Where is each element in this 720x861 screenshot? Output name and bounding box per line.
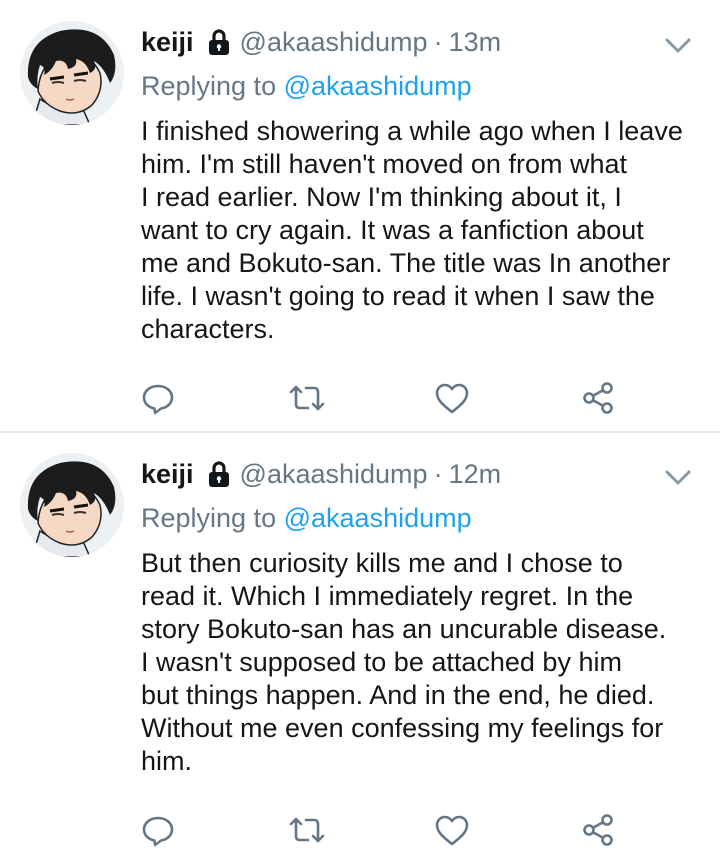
reply-button[interactable] <box>138 808 178 852</box>
tweet-text-line: But then curiosity kills me and I chose … <box>141 548 623 578</box>
retweet-button[interactable] <box>287 808 327 852</box>
avatar[interactable] <box>20 453 124 557</box>
tweet-text-line: life. I wasn't going to read it when I s… <box>141 281 655 311</box>
retweet-icon <box>289 385 325 411</box>
share-icon <box>583 382 613 414</box>
avatar-image <box>20 453 124 557</box>
replying-to: Replying to @akaashidump <box>141 503 472 534</box>
timestamp[interactable]: 13m <box>449 27 502 58</box>
user-handle[interactable]: @akaashidump <box>240 459 428 490</box>
tweet-text: But then curiosity kills me and I chose … <box>141 547 701 778</box>
tweet-text-line: but things happen. And in the end, he di… <box>141 680 655 710</box>
tweet-text-line: him. <box>141 746 193 776</box>
display-name[interactable]: keiji <box>141 459 194 490</box>
tweet-actions <box>0 376 720 420</box>
tweet-text-line: I finished showering a while ago when I … <box>141 116 683 146</box>
avatar[interactable] <box>20 21 124 125</box>
tweet-text-line: him. I'm still haven't moved on from wha… <box>141 149 627 179</box>
tweet-text-line: I wasn't supposed to be attached by him <box>141 647 622 677</box>
tweet-text-line: read it. Which I immediately regret. In … <box>141 581 634 611</box>
separator-dot: · <box>433 26 443 57</box>
tweet[interactable]: keiji @akaashidump · 12m Replying to @ak… <box>0 432 720 861</box>
like-icon <box>435 815 469 846</box>
tweet-text: I finished showering a while ago when I … <box>141 115 701 346</box>
timestamp[interactable]: 12m <box>449 459 502 490</box>
replying-prefix: Replying to <box>141 71 277 101</box>
tweet-text-line: characters. <box>141 314 275 344</box>
replying-to: Replying to @akaashidump <box>141 71 472 102</box>
replying-prefix: Replying to <box>141 503 277 533</box>
tweet-header: keiji @akaashidump · 12m <box>141 454 501 494</box>
retweet-icon <box>289 817 325 843</box>
reply-icon <box>142 816 174 847</box>
like-button[interactable] <box>432 808 472 852</box>
tweet-actions <box>0 808 720 852</box>
like-icon <box>435 383 469 414</box>
display-name[interactable]: keiji <box>141 27 194 58</box>
user-handle[interactable]: @akaashidump <box>240 27 428 58</box>
reply-button[interactable] <box>138 376 178 420</box>
tweet-text-line: want to cry again. It was a fanfiction a… <box>141 215 644 245</box>
share-icon <box>583 814 613 846</box>
tweet[interactable]: keiji @akaashidump · 13m Replying to @ak… <box>0 0 720 432</box>
tweet-text-line: story Bokuto-san has an uncurable diseas… <box>141 614 667 644</box>
retweet-button[interactable] <box>287 376 327 420</box>
share-button[interactable] <box>578 808 618 852</box>
lock-icon <box>204 459 234 489</box>
replying-handle-link[interactable]: @akaashidump <box>284 71 472 101</box>
tweet-timeline: keiji @akaashidump · 13m Replying to @ak… <box>0 0 720 861</box>
reply-icon <box>142 384 174 415</box>
chevron-down-icon[interactable] <box>662 30 694 60</box>
separator-dot: · <box>433 458 443 489</box>
tweet-text-line: Without me even confessing my feelings f… <box>141 713 664 743</box>
share-button[interactable] <box>578 376 618 420</box>
tweet-header: keiji @akaashidump · 13m <box>141 22 501 62</box>
avatar-image <box>20 21 124 125</box>
lock-icon <box>204 27 234 57</box>
chevron-down-icon[interactable] <box>662 462 694 492</box>
replying-handle-link[interactable]: @akaashidump <box>284 503 472 533</box>
like-button[interactable] <box>432 376 472 420</box>
tweet-text-line: me and Bokuto-san. The title was In anot… <box>141 248 671 278</box>
tweet-text-line: I read earlier. Now I'm thinking about i… <box>141 182 622 212</box>
